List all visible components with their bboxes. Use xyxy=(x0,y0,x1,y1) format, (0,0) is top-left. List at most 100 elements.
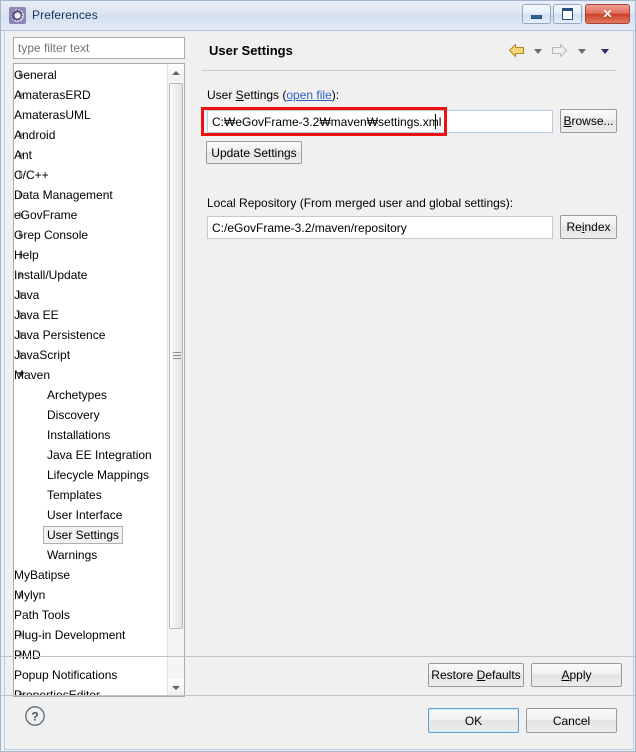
back-history-chevron-icon[interactable] xyxy=(533,48,542,54)
preferences-tree[interactable]: General AmaterasERD AmaterasUML Android Ant C… xyxy=(13,63,185,697)
scroll-up-button[interactable] xyxy=(168,64,184,81)
tree-item-label: JavaScript xyxy=(14,348,71,362)
forward-history-chevron-icon[interactable] xyxy=(577,48,586,54)
maximize-button[interactable] xyxy=(553,4,582,24)
tree-item-mylyn[interactable]: Mylyn xyxy=(14,585,169,605)
tree-item-general[interactable]: General xyxy=(14,65,169,85)
user-settings-path-input[interactable] xyxy=(207,110,553,133)
scrollbar-grip-icon xyxy=(173,352,181,361)
footer-divider xyxy=(1,695,635,696)
tree-item-c-c[interactable]: C/C++ xyxy=(14,165,169,185)
tree-item-user-settings[interactable]: User Settings xyxy=(14,525,169,545)
tree-item-propertieseditor[interactable]: PropertiesEditor xyxy=(14,685,169,695)
tree-item-label: Installations xyxy=(47,428,111,442)
tree-item-label: Java EE Integration xyxy=(47,448,152,462)
tree-item-plug-in-development[interactable]: Plug-in Development xyxy=(14,625,169,645)
tree-item-label: Grep Console xyxy=(14,228,89,242)
tree-item-label: Archetypes xyxy=(47,388,108,402)
close-icon: ✕ xyxy=(602,7,613,21)
scroll-down-button[interactable] xyxy=(168,679,184,696)
tree-item-data-management[interactable]: Data Management xyxy=(14,185,169,205)
tree-item-installations[interactable]: Installations xyxy=(14,425,169,445)
tree-item-java[interactable]: Java xyxy=(14,285,169,305)
tree-item-label: eGovFrame xyxy=(14,208,78,222)
tree-item-label: Java EE xyxy=(14,308,59,322)
open-file-link[interactable]: open file xyxy=(286,88,331,102)
navigation-toolbar xyxy=(508,43,615,61)
title-bar[interactable]: Preferences ✕ xyxy=(1,1,635,31)
tree-item-java-persistence[interactable]: Java Persistence xyxy=(14,325,169,345)
help-button[interactable]: ? xyxy=(24,705,46,727)
tree-item-label: Java Persistence xyxy=(14,328,106,342)
tree-item-label: C/C++ xyxy=(14,168,49,182)
tree-item-label: PropertiesEditor xyxy=(14,688,101,695)
browse-button[interactable]: Browse... xyxy=(560,109,617,133)
tree-item-javascript[interactable]: JavaScript xyxy=(14,345,169,365)
tree-item-archetypes[interactable]: Archetypes xyxy=(14,385,169,405)
browse-button-mnemonic: B xyxy=(563,114,572,128)
restore-defaults-label-a: Restore xyxy=(431,668,477,682)
tree-items-container: General AmaterasERD AmaterasUML Android Ant C… xyxy=(14,65,169,695)
tree-item-label: Java xyxy=(14,288,40,302)
local-repository-input xyxy=(207,216,553,239)
header-divider xyxy=(202,70,616,71)
tree-item-ant[interactable]: Ant xyxy=(14,145,169,165)
scrollbar-thumb[interactable] xyxy=(169,83,183,629)
tree-item-user-interface[interactable]: User Interface xyxy=(14,505,169,525)
reindex-button[interactable]: Reindex xyxy=(560,215,617,239)
tree-item-android[interactable]: Android xyxy=(14,125,169,145)
tree-item-grep-console[interactable]: Grep Console xyxy=(14,225,169,245)
restore-defaults-button[interactable]: Restore Defaults xyxy=(428,663,524,687)
tree-item-discovery[interactable]: Discovery xyxy=(14,405,169,425)
tree-item-help[interactable]: Help xyxy=(14,245,169,265)
tree-item-label: MyBatipse xyxy=(14,568,71,582)
minimize-button[interactable] xyxy=(522,4,551,24)
ok-button[interactable]: OK xyxy=(428,708,519,733)
chevron-down-icon xyxy=(172,686,180,690)
apply-button[interactable]: Apply xyxy=(531,663,622,687)
tree-item-warnings[interactable]: Warnings xyxy=(14,545,169,565)
chevron-up-icon xyxy=(172,71,180,75)
tree-item-pmd[interactable]: PMD xyxy=(14,645,169,665)
svg-text:?: ? xyxy=(31,710,38,724)
user-settings-label-suffix: ): xyxy=(331,88,340,102)
apply-button-label: pply xyxy=(569,668,592,682)
tree-item-install-update[interactable]: Install/Update xyxy=(14,265,169,285)
window-title: Preferences xyxy=(32,8,98,22)
reindex-button-label-a: Re xyxy=(566,220,582,234)
tree-scrollbar[interactable] xyxy=(167,64,184,696)
tree-item-label: User Settings xyxy=(43,526,124,544)
tree-item-label: Install/Update xyxy=(14,268,88,282)
tree-item-label: AmaterasUML xyxy=(14,108,91,122)
tree-item-label: Path Tools xyxy=(14,608,70,622)
tree-item-path-tools[interactable]: Path Tools xyxy=(14,605,169,625)
update-settings-button[interactable]: Update Settings xyxy=(206,141,302,164)
tree-item-lifecycle-mappings[interactable]: Lifecycle Mappings xyxy=(14,465,169,485)
view-menu-chevron-icon[interactable] xyxy=(601,48,609,54)
cancel-button[interactable]: Cancel xyxy=(526,708,617,733)
tree-item-java-ee-integration[interactable]: Java EE Integration xyxy=(14,445,169,465)
tree-item-templates[interactable]: Templates xyxy=(14,485,169,505)
user-settings-label-mnemonic: S xyxy=(235,88,244,102)
tree-item-label: Warnings xyxy=(47,548,98,562)
close-button[interactable]: ✕ xyxy=(585,4,630,24)
user-settings-label-prefix: User xyxy=(207,88,236,102)
user-settings-label-rest: ettings ( xyxy=(243,88,287,102)
local-repository-label: Local Repository (From merged user and g… xyxy=(207,196,514,210)
tree-item-label: Help xyxy=(14,248,39,262)
tree-item-label: Templates xyxy=(47,488,102,502)
apply-button-mnemonic: A xyxy=(561,668,570,682)
tree-item-amateraserd[interactable]: AmaterasERD xyxy=(14,85,169,105)
forward-button[interactable] xyxy=(551,43,568,61)
tree-item-java-ee[interactable]: Java EE xyxy=(14,305,169,325)
filter-input[interactable] xyxy=(13,37,185,59)
tree-item-egovframe[interactable]: eGovFrame xyxy=(14,205,169,225)
tree-item-label: Plug-in Development xyxy=(14,628,126,642)
user-settings-label: User Settings (open file): xyxy=(207,88,339,102)
tree-item-popup-notifications[interactable]: Popup Notifications xyxy=(14,665,169,685)
tree-item-label: Maven xyxy=(14,368,51,382)
tree-item-maven[interactable]: Maven xyxy=(14,365,169,385)
tree-item-mybatipse[interactable]: MyBatipse xyxy=(14,565,169,585)
back-button[interactable] xyxy=(508,43,525,61)
tree-item-amaterasuml[interactable]: AmaterasUML xyxy=(14,105,169,125)
